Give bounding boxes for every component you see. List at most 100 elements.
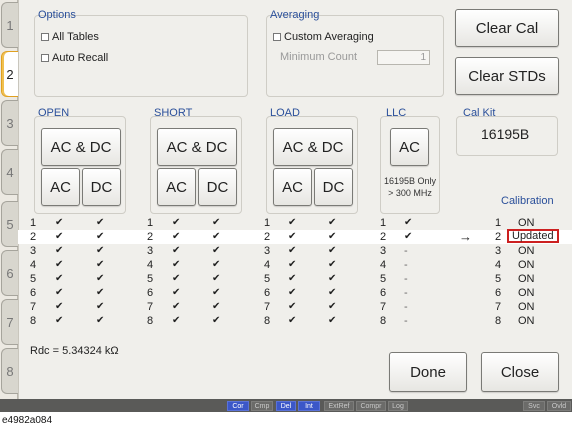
load-row-number: 6 <box>264 287 271 299</box>
short-dc-status: ✔ <box>212 217 221 228</box>
load-row-number: 4 <box>264 259 271 271</box>
short-acdc-button[interactable]: AC & DC <box>157 128 237 166</box>
open-ac-status: ✔ <box>55 231 64 242</box>
load-ac-status: ✔ <box>288 217 297 228</box>
llc-row-number: 6 <box>380 287 387 299</box>
llc-row-number: 3 <box>380 245 387 257</box>
load-dc-button[interactable]: DC <box>314 168 353 206</box>
short-dc-status: ✔ <box>212 259 221 270</box>
tab-3[interactable]: 3 <box>1 100 18 146</box>
load-row-number: 2 <box>264 231 271 243</box>
custom-averaging-checkbox[interactable]: Custom Averaging <box>273 31 374 43</box>
open-ac-status: ✔ <box>55 273 64 284</box>
llc-status: - <box>404 245 408 257</box>
calibration-row-number: 7 <box>495 301 502 313</box>
tab-4[interactable]: 4 <box>1 149 18 195</box>
status-cor: Cor <box>227 401 249 411</box>
calibration-status: ON <box>518 315 535 327</box>
status-extref: ExtRef <box>324 401 354 411</box>
done-button[interactable]: Done <box>389 352 467 392</box>
load-dc-status: ✔ <box>328 273 337 284</box>
open-ac-status: ✔ <box>55 315 64 326</box>
custom-averaging-label: Custom Averaging <box>284 31 374 43</box>
short-row-number: 3 <box>147 245 154 257</box>
load-ac-status: ✔ <box>288 245 297 256</box>
tab-5[interactable]: 5 <box>1 201 18 247</box>
open-header: OPEN <box>38 107 70 119</box>
llc-row-number: 4 <box>380 259 387 271</box>
short-ac-status: ✔ <box>172 301 181 312</box>
open-ac-button[interactable]: AC <box>41 168 80 206</box>
calibration-status: ON <box>518 259 535 271</box>
short-row-number: 7 <box>147 301 154 313</box>
status-ovld: Ovld <box>547 401 571 411</box>
table-row[interactable]: 1 ✔ ✔ 1 ✔ ✔ 1 ✔ ✔ 1 ✔ 1 ON <box>18 216 572 230</box>
tab-8[interactable]: 8 <box>1 348 18 394</box>
short-ac-status: ✔ <box>172 231 181 242</box>
calibration-status: ON <box>518 245 535 257</box>
clear-stds-button[interactable]: Clear STDs <box>455 57 559 95</box>
open-dc-button[interactable]: DC <box>82 168 121 206</box>
table-row[interactable]: 7 ✔ ✔ 7 ✔ ✔ 7 ✔ ✔ 7 - 7 ON <box>18 300 572 314</box>
open-dc-status: ✔ <box>96 217 105 228</box>
tab-2[interactable]: 2 <box>1 51 18 97</box>
open-dc-status: ✔ <box>96 315 105 326</box>
llc-header: LLC <box>386 107 407 119</box>
llc-note-line2: > 300 MHz <box>388 188 432 198</box>
short-dc-status: ✔ <box>212 301 221 312</box>
load-ac-status: ✔ <box>288 273 297 284</box>
close-button[interactable]: Close <box>481 352 559 392</box>
rdc-readout: Rdc = 5.34324 kΩ <box>30 345 119 357</box>
tab-7[interactable]: 7 <box>1 299 18 345</box>
status-bar: Cor Cmp Del Int ExtRef Compr Log Svc Ovl… <box>0 399 572 412</box>
load-ac-status: ✔ <box>288 301 297 312</box>
vertical-tab-strip: 1 2 3 4 5 6 7 8 <box>0 0 18 399</box>
tab-6[interactable]: 6 <box>1 250 18 296</box>
table-row[interactable]: 2 ✔ ✔ 2 ✔ ✔ 2 ✔ ✔ 2 ✔ 2 Updated → <box>18 229 572 244</box>
calibration-header: Calibration <box>501 195 554 207</box>
llc-row-number: 5 <box>380 273 387 285</box>
calibration-status: ON <box>518 301 535 313</box>
open-ac-status: ✔ <box>55 217 64 228</box>
tab-1[interactable]: 1 <box>1 2 18 48</box>
table-row[interactable]: 4 ✔ ✔ 4 ✔ ✔ 4 ✔ ✔ 4 - 4 ON <box>18 258 572 272</box>
table-row[interactable]: 8 ✔ ✔ 8 ✔ ✔ 8 ✔ ✔ 8 - 8 ON <box>18 314 572 328</box>
short-dc-button[interactable]: DC <box>198 168 237 206</box>
load-row-number: 1 <box>264 217 271 229</box>
calibration-row-number: 5 <box>495 273 502 285</box>
short-ac-button[interactable]: AC <box>157 168 196 206</box>
open-ac-status: ✔ <box>55 259 64 270</box>
llc-status: - <box>404 301 408 313</box>
load-ac-status: ✔ <box>288 287 297 298</box>
open-dc-status: ✔ <box>96 287 105 298</box>
short-header: SHORT <box>154 107 193 119</box>
calibration-row-number: 1 <box>495 217 502 229</box>
clear-cal-button[interactable]: Clear Cal <box>455 9 559 47</box>
load-dc-status: ✔ <box>328 259 337 270</box>
load-row-number: 8 <box>264 315 271 327</box>
open-row-number: 3 <box>30 245 37 257</box>
llc-status: - <box>404 259 408 271</box>
calibration-row-number: 4 <box>495 259 502 271</box>
auto-recall-label: Auto Recall <box>52 52 109 64</box>
all-tables-checkbox[interactable]: All Tables <box>41 31 99 43</box>
load-ac-button[interactable]: AC <box>273 168 312 206</box>
llc-status: - <box>404 287 408 299</box>
table-row[interactable]: 3 ✔ ✔ 3 ✔ ✔ 3 ✔ ✔ 3 - 3 ON <box>18 244 572 258</box>
auto-recall-checkbox[interactable]: Auto Recall <box>41 52 108 64</box>
open-acdc-button[interactable]: AC & DC <box>41 128 121 166</box>
open-dc-status: ✔ <box>96 301 105 312</box>
load-acdc-button[interactable]: AC & DC <box>273 128 353 166</box>
load-header: LOAD <box>270 107 300 119</box>
minimum-count-field[interactable]: 1 <box>377 50 430 65</box>
table-row[interactable]: 6 ✔ ✔ 6 ✔ ✔ 6 ✔ ✔ 6 - 6 ON <box>18 286 572 300</box>
averaging-title: Averaging <box>270 9 320 21</box>
llc-row-number: 1 <box>380 217 387 229</box>
llc-ac-button[interactable]: AC <box>390 128 429 166</box>
open-row-number: 8 <box>30 315 37 327</box>
table-row[interactable]: 5 ✔ ✔ 5 ✔ ✔ 5 ✔ ✔ 5 - 5 ON <box>18 272 572 286</box>
load-ac-status: ✔ <box>288 259 297 270</box>
load-ac-status: ✔ <box>288 231 297 242</box>
open-ac-status: ✔ <box>55 287 64 298</box>
open-ac-status: ✔ <box>55 245 64 256</box>
